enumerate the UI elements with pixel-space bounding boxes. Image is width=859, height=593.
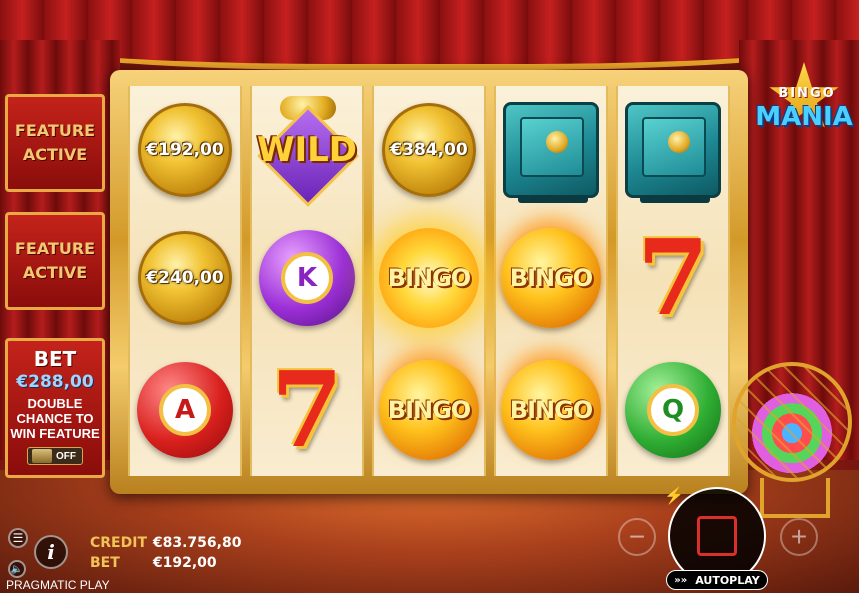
bet-display: BET €192,00: [90, 555, 217, 571]
info-button[interactable]: i: [34, 535, 68, 569]
credit-label: CREDIT: [90, 535, 147, 551]
double-chance-toggle[interactable]: OFF: [27, 447, 83, 465]
info-icon: i: [47, 540, 55, 564]
ball-letter: Q: [647, 384, 699, 436]
game-logo: BINGO MANIA: [752, 62, 856, 158]
seven-label: 7: [270, 348, 344, 471]
symbol-safe: [616, 86, 730, 214]
bet-title: BET: [33, 347, 77, 371]
symbol-wild: WILD: [250, 86, 364, 214]
bingo-cage-stand: [760, 478, 830, 518]
symbol-ball-q: Q: [616, 346, 730, 474]
symbol-ball-k: K: [250, 214, 364, 342]
speaker-icon: 🔈: [10, 563, 24, 575]
toggle-state: OFF: [56, 450, 76, 462]
chevrons-icon: »»: [674, 574, 688, 586]
symbol-coin: €240,00: [128, 214, 242, 342]
symbol-bingo-ball: BINGO: [494, 346, 608, 474]
sound-button[interactable]: 🔈: [8, 560, 26, 578]
coin-value: €192,00: [146, 140, 224, 160]
symbol-bingo-ball: BINGO: [372, 214, 486, 342]
credit-display: CREDIT €83.756,80: [90, 535, 241, 551]
symbol-coin: €384,00: [372, 86, 486, 214]
safe-icon: [625, 102, 721, 203]
logo-line1: BINGO: [778, 86, 836, 101]
seven-label: 7: [636, 216, 710, 339]
bingo-cage-icon: [732, 362, 852, 482]
safe-icon: [503, 102, 599, 203]
bet-description: DOUBLE CHANCE TO WIN FEATURE: [10, 396, 100, 441]
ball-letter: K: [281, 252, 333, 304]
logo-line2: MANIA: [755, 102, 853, 132]
increase-bet-button[interactable]: +: [780, 518, 818, 556]
autoplay-button[interactable]: »» AUTOPLAY: [666, 570, 768, 590]
hamburger-icon: ☰: [12, 531, 24, 545]
bet-amount: €288,00: [16, 372, 94, 392]
plus-icon: +: [790, 521, 808, 552]
symbol-bingo-ball: BINGO: [372, 346, 486, 474]
brand-label: PRAGMATIC PLAY: [6, 578, 110, 592]
symbol-ball-a: A: [128, 346, 242, 474]
symbol-seven: 7: [616, 214, 730, 342]
symbol-seven: 7: [250, 346, 364, 474]
symbol-coin: €192,00: [128, 86, 242, 214]
decrease-bet-button[interactable]: −: [618, 518, 656, 556]
bingo-label: BINGO: [509, 264, 593, 292]
wild-label: WILD: [256, 130, 358, 170]
ball-letter: A: [159, 384, 211, 436]
credit-value: €83.756,80: [152, 535, 242, 551]
autoplay-label: AUTOPLAY: [695, 573, 760, 587]
stop-icon: [697, 516, 737, 556]
feature-active-badge-1: FEATURE ACTIVE: [5, 94, 105, 192]
feature-label: FEATURE ACTIVE: [14, 121, 96, 164]
lightning-icon[interactable]: ⚡: [664, 486, 684, 505]
toggle-knob-icon: [32, 449, 52, 463]
symbol-bingo-ball: BINGO: [494, 214, 608, 342]
feature-label: FEATURE ACTIVE: [14, 239, 96, 282]
curtain-top: [0, 0, 859, 70]
bingo-label: BINGO: [387, 264, 471, 292]
menu-button[interactable]: ☰: [8, 528, 28, 548]
coin-value: €384,00: [390, 140, 468, 160]
bet-value: €192,00: [152, 555, 217, 571]
minus-icon: −: [628, 521, 646, 552]
coin-value: €240,00: [146, 268, 224, 288]
symbol-safe: [494, 86, 608, 214]
double-chance-panel: BET €288,00 DOUBLE CHANCE TO WIN FEATURE…: [5, 338, 105, 478]
bingo-label: BINGO: [387, 396, 471, 424]
feature-active-badge-2: FEATURE ACTIVE: [5, 212, 105, 310]
bet-label: BET: [90, 555, 120, 571]
bingo-label: BINGO: [509, 396, 593, 424]
